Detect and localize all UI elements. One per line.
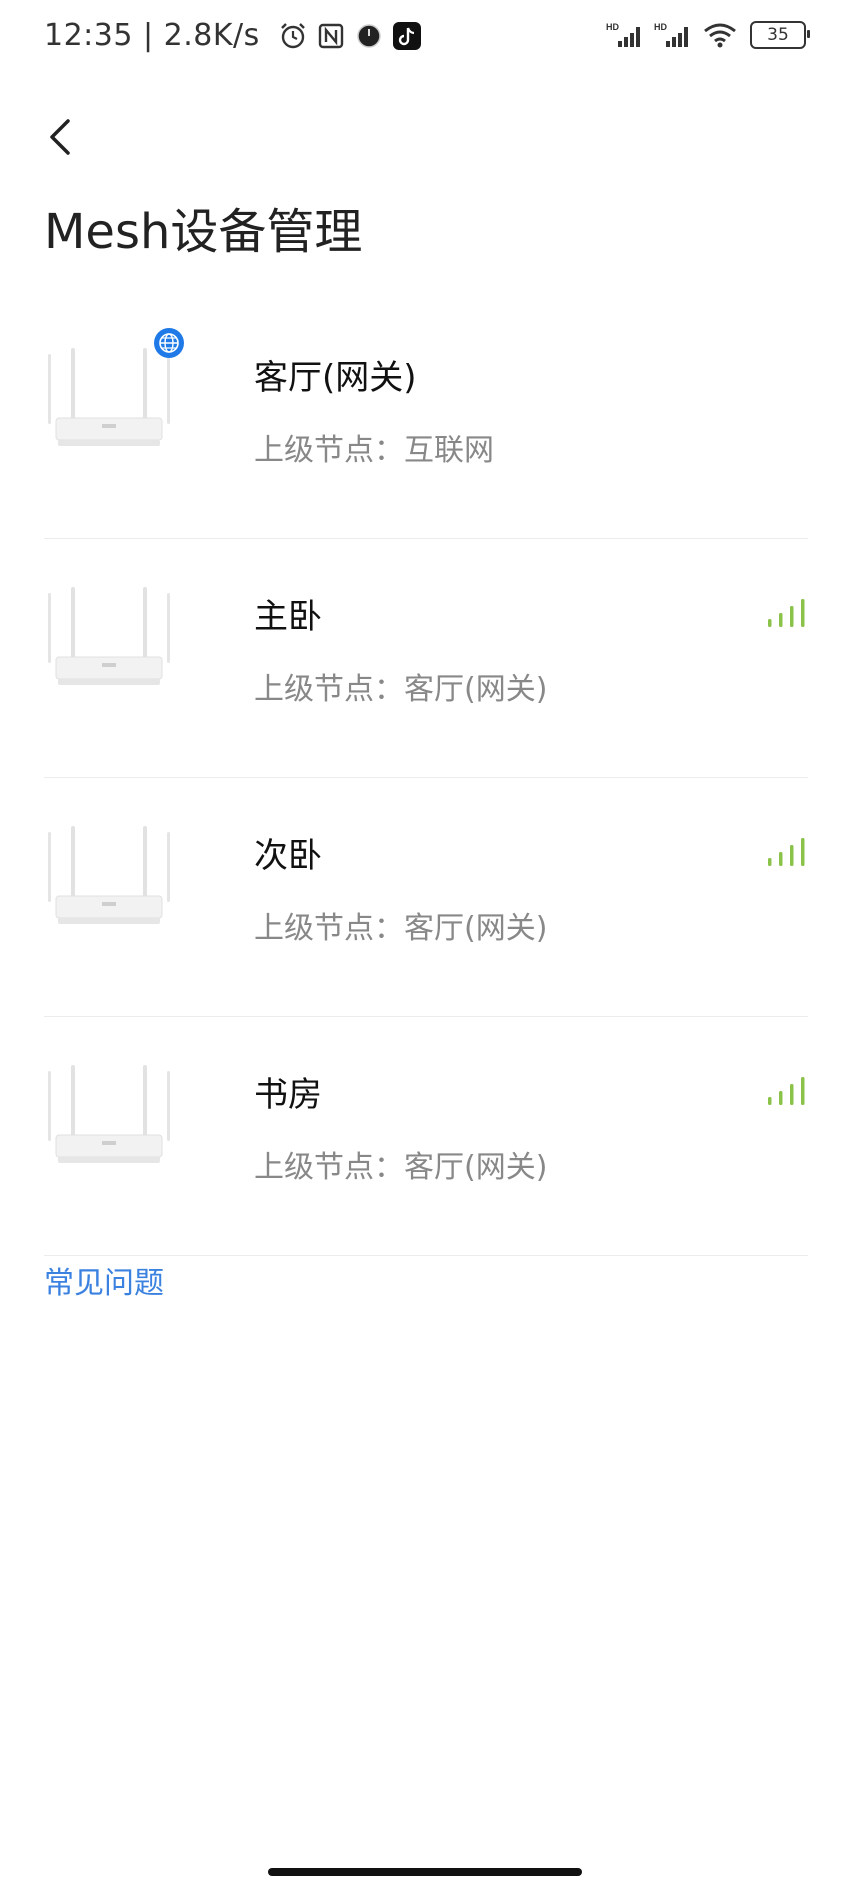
list-item-study[interactable]: 书房 上级节点：客厅(网关) <box>44 1017 808 1256</box>
signal-strength-icon <box>766 836 808 868</box>
home-indicator[interactable] <box>268 1868 582 1876</box>
device-list: 客厅(网关) 上级节点：互联网 主卧 上级节点：客厅(网关) 次卧 上级节点：客… <box>44 300 808 1256</box>
nfc-icon <box>316 21 346 51</box>
battery-level: 35 <box>767 25 789 45</box>
globe-icon <box>154 328 184 358</box>
router-icon <box>44 812 174 942</box>
back-button[interactable] <box>40 112 80 162</box>
svg-text:HD: HD <box>606 22 619 32</box>
device-name: 客厅(网关) <box>254 358 417 398</box>
router-icon <box>44 573 174 703</box>
list-item-second-bedroom[interactable]: 次卧 上级节点：客厅(网关) <box>44 778 808 1017</box>
hd-cell-signal-icon: HD <box>606 20 646 50</box>
hd-cell-signal-icon: HD <box>654 20 694 50</box>
device-parent: 上级节点：互联网 <box>254 433 494 468</box>
page-title: Mesh设备管理 <box>44 204 363 260</box>
router-icon <box>44 334 174 464</box>
signal-strength-icon <box>766 1075 808 1107</box>
status-bar: 12:35 | 2.8K/s HD HD 35 <box>0 0 850 80</box>
signal-strength-icon <box>766 597 808 629</box>
svg-text:HD: HD <box>654 22 667 32</box>
status-left: 12:35 | 2.8K/s <box>44 18 422 53</box>
device-parent: 上级节点：客厅(网关) <box>254 672 548 707</box>
router-icon <box>44 1051 174 1181</box>
list-item-master-bedroom[interactable]: 主卧 上级节点：客厅(网关) <box>44 539 808 778</box>
circle-app-icon <box>354 21 384 51</box>
device-parent: 上级节点：客厅(网关) <box>254 1150 548 1185</box>
battery-icon: 35 <box>750 21 810 49</box>
faq-link[interactable]: 常见问题 <box>44 1258 164 1302</box>
list-item-living-room[interactable]: 客厅(网关) 上级节点：互联网 <box>44 300 808 539</box>
device-name: 主卧 <box>254 597 322 637</box>
chevron-left-icon <box>50 119 70 155</box>
status-right: HD HD 35 <box>598 20 810 50</box>
device-name: 次卧 <box>254 836 322 876</box>
status-time: 12:35 | 2.8K/s <box>44 18 260 53</box>
status-icons-left <box>270 21 422 51</box>
wifi-icon <box>702 20 738 50</box>
tiktok-icon <box>392 21 422 51</box>
alarm-icon <box>278 21 308 51</box>
device-parent: 上级节点：客厅(网关) <box>254 911 548 946</box>
device-name: 书房 <box>254 1075 322 1115</box>
